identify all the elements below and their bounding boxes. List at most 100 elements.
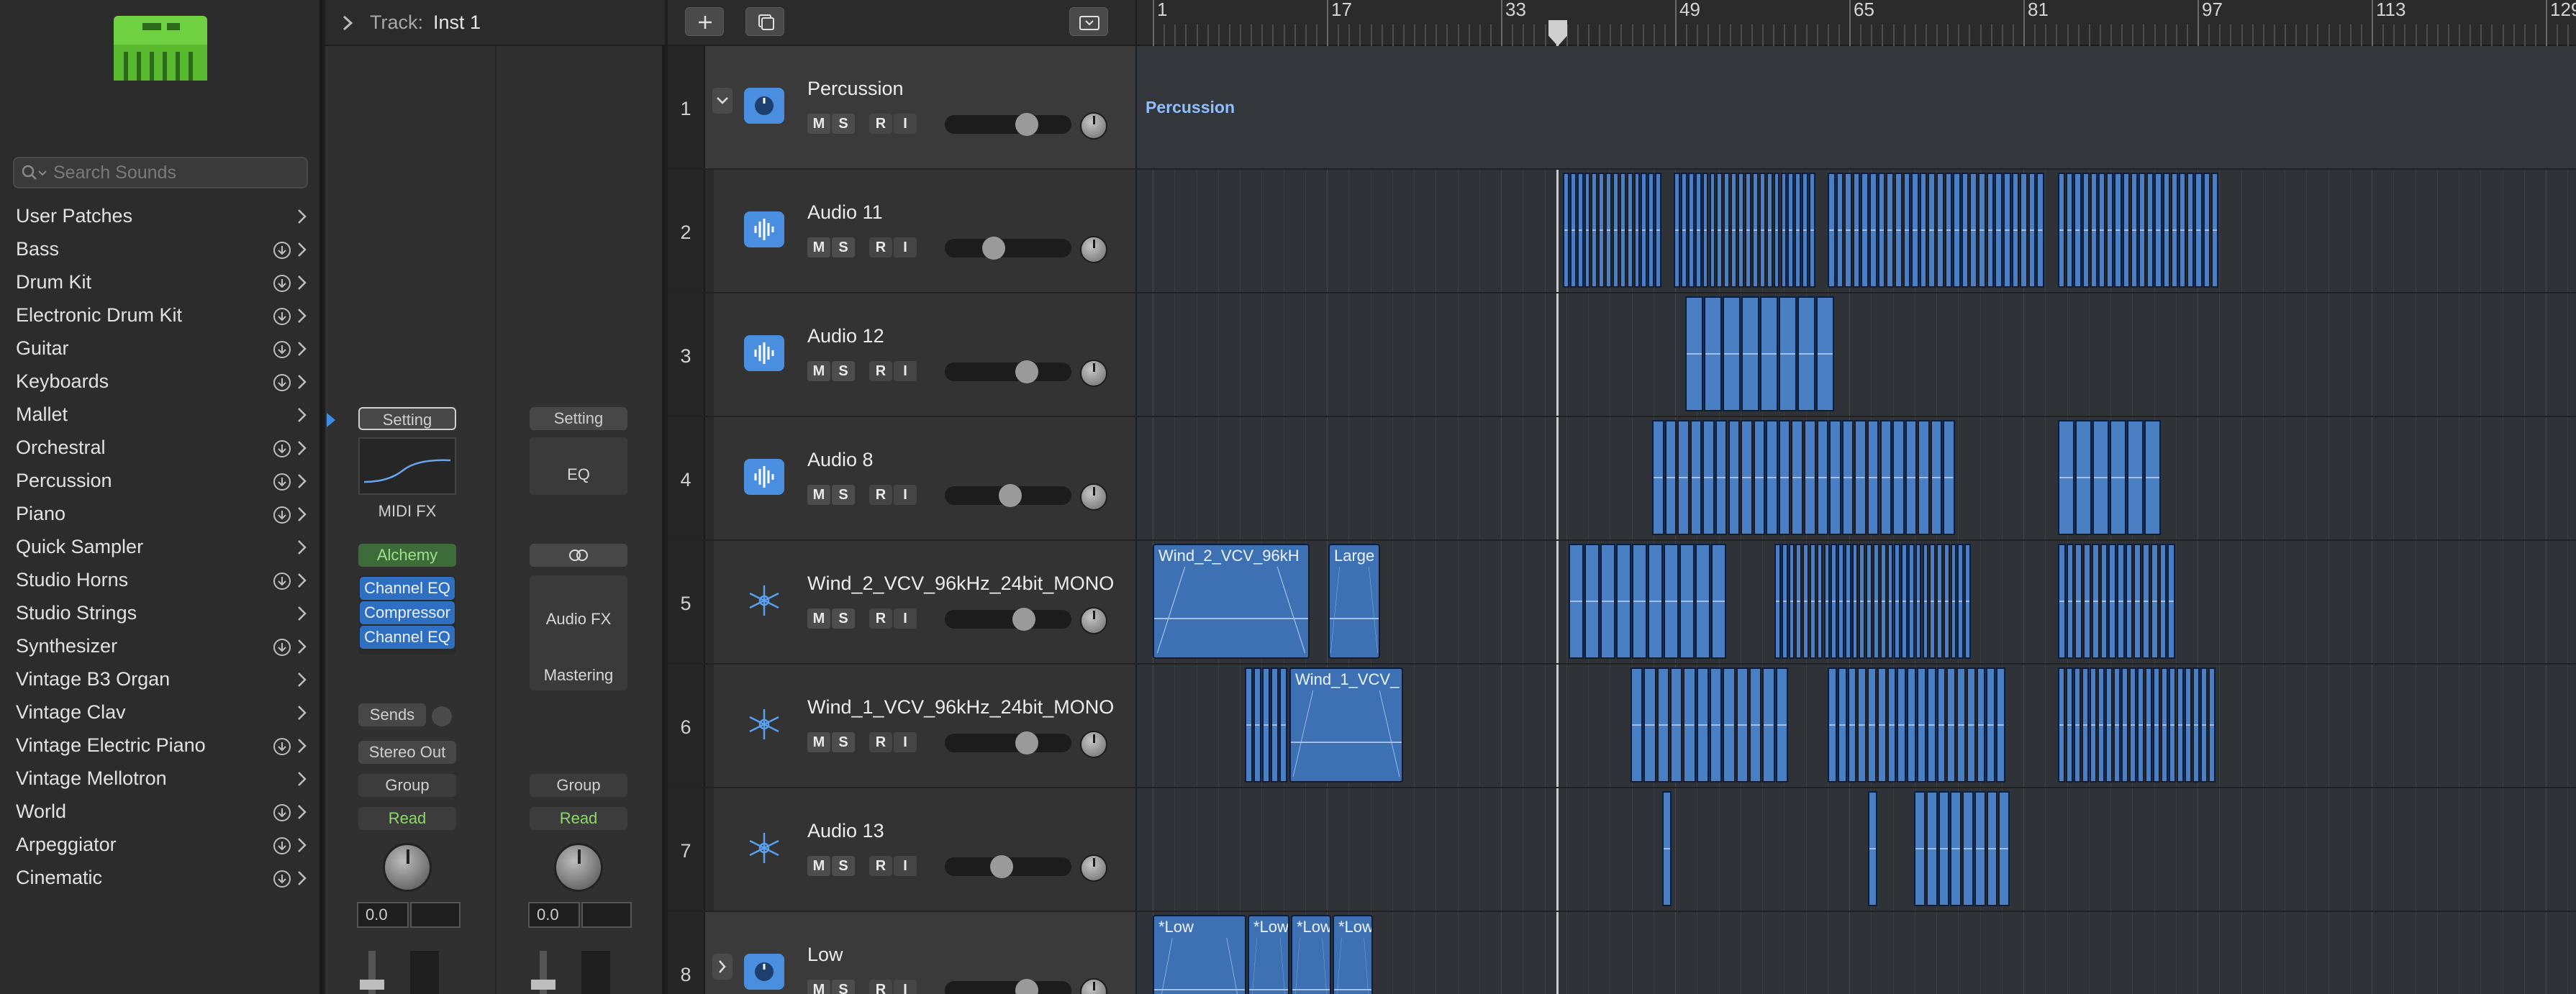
audio-region[interactable] bbox=[1591, 173, 1598, 288]
audio-region[interactable] bbox=[1780, 173, 1787, 288]
mute-button[interactable]: M bbox=[807, 856, 830, 876]
download-icon[interactable] bbox=[272, 803, 292, 826]
automation-button[interactable]: Read bbox=[530, 807, 627, 830]
volume-slider[interactable] bbox=[945, 484, 1071, 507]
audio-region[interactable] bbox=[1953, 173, 1961, 288]
audio-region[interactable] bbox=[1974, 791, 1986, 906]
audio-region[interactable] bbox=[1643, 667, 1656, 783]
audio-region[interactable] bbox=[2066, 544, 2074, 659]
download-icon[interactable] bbox=[272, 505, 292, 529]
plugin-slot[interactable]: Channel EQ bbox=[360, 577, 455, 600]
audio-region[interactable] bbox=[1998, 791, 2010, 906]
audio-region[interactable] bbox=[1751, 173, 1759, 288]
solo-button[interactable]: S bbox=[832, 361, 855, 381]
audio-region[interactable] bbox=[1964, 544, 1971, 659]
audio-region[interactable] bbox=[1631, 667, 1643, 783]
audio-region[interactable] bbox=[1695, 173, 1702, 288]
audio-region[interactable] bbox=[1928, 173, 1936, 288]
link-icon[interactable] bbox=[530, 544, 627, 567]
audio-region[interactable] bbox=[1704, 296, 1722, 411]
audio-region[interactable] bbox=[2154, 173, 2162, 288]
send-knob[interactable] bbox=[432, 706, 452, 726]
audio-region[interactable] bbox=[1976, 667, 1986, 783]
audio-region[interactable] bbox=[1787, 173, 1795, 288]
audio-region[interactable] bbox=[2142, 544, 2150, 659]
audio-region[interactable] bbox=[1943, 420, 1955, 535]
audio-region[interactable] bbox=[1918, 420, 1930, 535]
volume-thumb[interactable] bbox=[1012, 608, 1035, 631]
audio-region[interactable] bbox=[1823, 544, 1831, 659]
audio-region[interactable] bbox=[1670, 667, 1683, 783]
track-header[interactable]: Audio 13 M S R I bbox=[668, 788, 1135, 912]
library-item[interactable]: Percussion bbox=[0, 464, 322, 497]
audio-region[interactable] bbox=[1844, 544, 1851, 659]
input-monitor-button[interactable]: I bbox=[894, 237, 917, 257]
audio-region[interactable] bbox=[2097, 667, 2105, 783]
audio-region[interactable] bbox=[1926, 667, 1936, 783]
audio-region[interactable] bbox=[1894, 173, 1902, 288]
track-header[interactable]: Audio 8 MSRI bbox=[668, 417, 1135, 541]
audio-region[interactable] bbox=[2074, 173, 2082, 288]
download-icon[interactable] bbox=[272, 373, 292, 396]
audio-region[interactable] bbox=[1778, 420, 1791, 535]
audio-region[interactable] bbox=[1279, 667, 1287, 783]
record-button[interactable]: R bbox=[869, 732, 892, 752]
audio-region[interactable] bbox=[1828, 667, 1837, 783]
audio-region[interactable] bbox=[1852, 173, 1861, 288]
audio-region[interactable] bbox=[1738, 173, 1744, 288]
audio-region[interactable] bbox=[1569, 173, 1577, 288]
volume-thumb[interactable] bbox=[1015, 979, 1038, 994]
audio-region[interactable] bbox=[1741, 296, 1759, 411]
audio-region[interactable] bbox=[1791, 420, 1803, 535]
record-button[interactable]: R bbox=[869, 608, 892, 629]
library-item[interactable]: Cinematic bbox=[0, 861, 322, 894]
audio-region[interactable] bbox=[1736, 667, 1749, 783]
audio-region[interactable] bbox=[2130, 173, 2138, 288]
audio-region[interactable] bbox=[1245, 667, 1253, 783]
audio-region[interactable] bbox=[1986, 791, 1998, 906]
input-monitor-button[interactable]: I bbox=[894, 608, 917, 629]
audio-region[interactable] bbox=[1723, 296, 1741, 411]
audio-region[interactable] bbox=[1716, 173, 1723, 288]
audio-region[interactable] bbox=[1950, 544, 1957, 659]
audio-region[interactable] bbox=[1851, 544, 1859, 659]
track-header[interactable]: Wind_2_VCV_96kHz_24bit_MONO M S R I bbox=[668, 541, 1135, 665]
audio-region[interactable] bbox=[1723, 667, 1736, 783]
audio-region[interactable] bbox=[1861, 173, 1869, 288]
audio-region[interactable] bbox=[1710, 667, 1723, 783]
audio-region[interactable] bbox=[2105, 667, 2113, 783]
download-icon[interactable] bbox=[272, 339, 292, 363]
record-button[interactable]: R bbox=[869, 980, 892, 994]
pan-knob[interactable] bbox=[1080, 483, 1107, 511]
audio-region[interactable] bbox=[1879, 420, 1892, 535]
audio-region[interactable] bbox=[1804, 420, 1816, 535]
audio-region[interactable] bbox=[1943, 544, 1950, 659]
audio-region[interactable] bbox=[2144, 420, 2161, 535]
audio-region[interactable] bbox=[2127, 420, 2144, 535]
audio-region[interactable] bbox=[1956, 667, 1966, 783]
audio-region[interactable] bbox=[2150, 544, 2159, 659]
audio-region[interactable] bbox=[1917, 667, 1926, 783]
library-item[interactable]: Arpeggiator bbox=[0, 828, 322, 861]
audio-region[interactable] bbox=[2145, 667, 2152, 783]
volume-value[interactable]: 0.0 bbox=[357, 902, 409, 928]
volume-thumb[interactable] bbox=[1015, 731, 1038, 754]
download-icon[interactable] bbox=[272, 273, 292, 297]
mute-button[interactable]: M bbox=[807, 361, 830, 381]
audio-region[interactable] bbox=[2113, 667, 2121, 783]
audio-region[interactable] bbox=[2192, 667, 2200, 783]
volume-slider[interactable] bbox=[945, 979, 1071, 994]
setting-button-left[interactable]: Setting bbox=[358, 407, 456, 430]
library-item[interactable]: Bass bbox=[0, 232, 322, 265]
audio-region[interactable] bbox=[1600, 544, 1615, 659]
audio-region[interactable] bbox=[1915, 544, 1922, 659]
audio-region[interactable] bbox=[1936, 173, 1944, 288]
add-track-button[interactable] bbox=[685, 7, 724, 36]
audio-region[interactable] bbox=[1656, 667, 1669, 783]
audio-region[interactable] bbox=[1677, 420, 1690, 535]
mute-button[interactable]: M bbox=[807, 732, 830, 752]
audio-region[interactable] bbox=[2098, 173, 2106, 288]
pan-knob[interactable] bbox=[1080, 854, 1107, 882]
volume-slider[interactable] bbox=[945, 360, 1071, 383]
audio-region[interactable] bbox=[1907, 667, 1916, 783]
